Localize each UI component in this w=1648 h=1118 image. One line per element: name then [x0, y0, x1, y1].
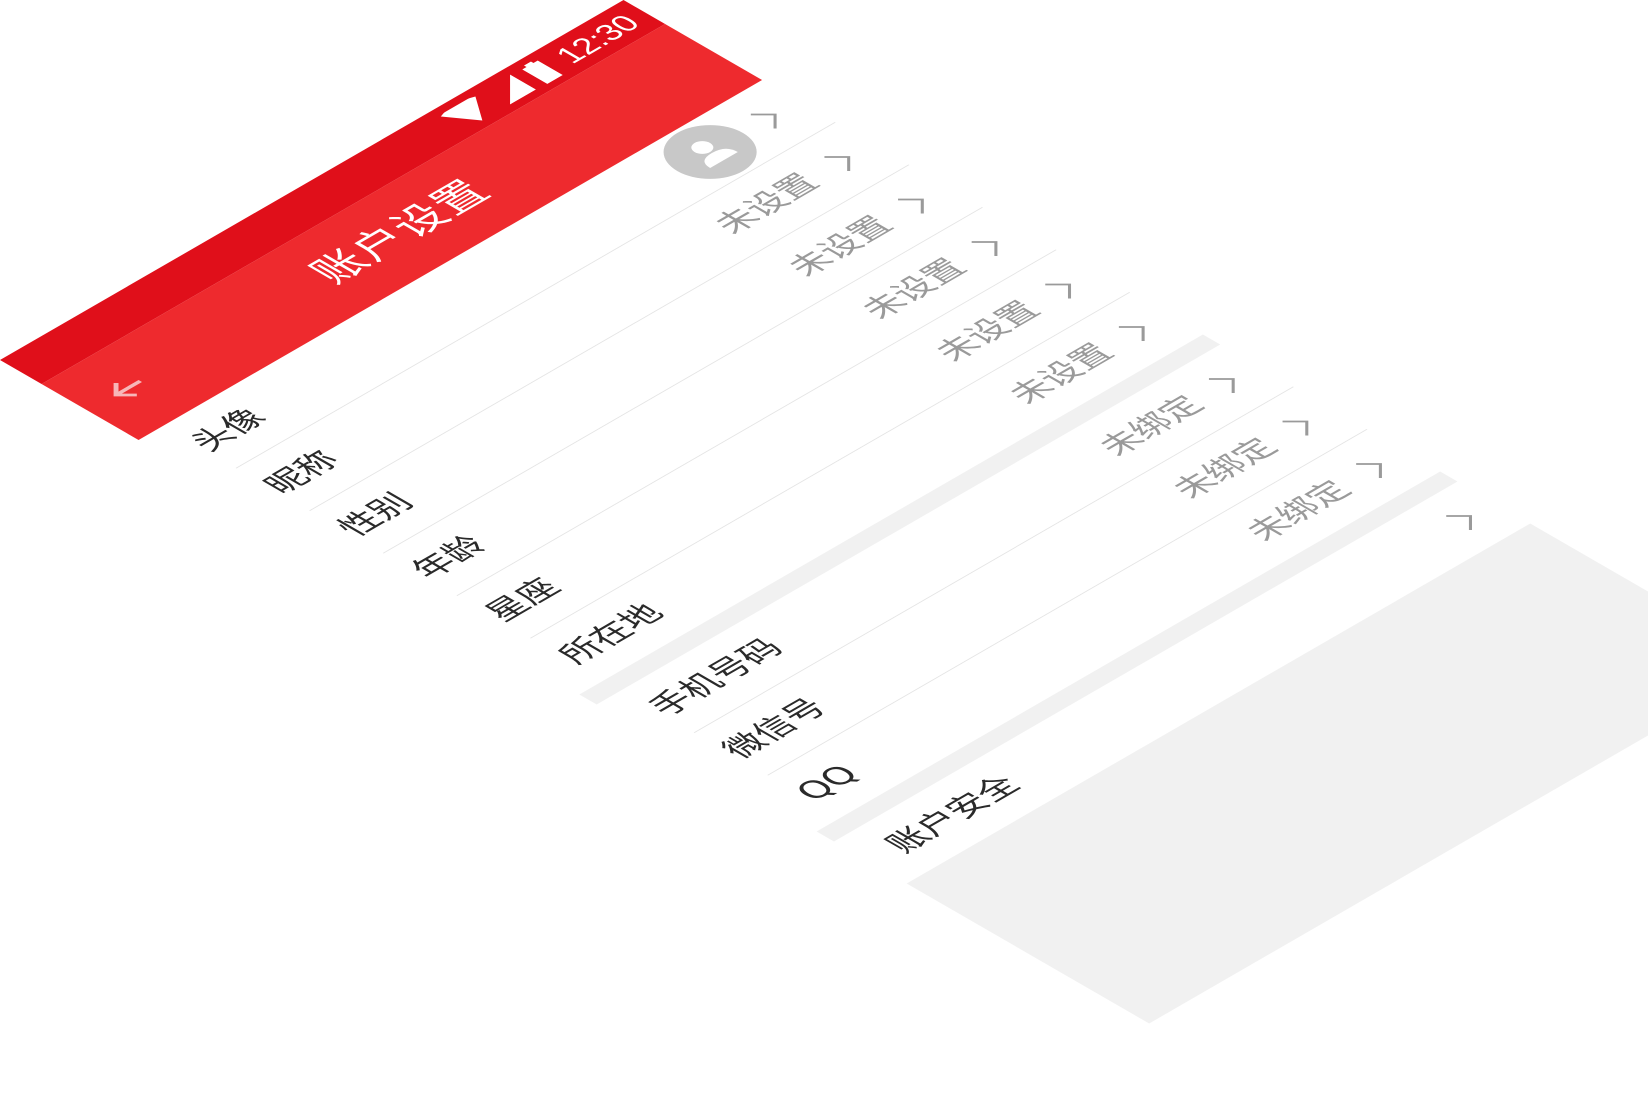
- cellular-signal-icon: [484, 74, 536, 105]
- chevron-right-icon: [1419, 494, 1509, 546]
- battery-icon: [520, 59, 563, 85]
- default-user-icon: [670, 129, 750, 175]
- app-screen: 12:30 账户设置 头像 昵称 未设置 性别 未设置 年龄 未设置 星座 未设…: [0, 0, 1648, 1118]
- phone-screen: 12:30 账户设置 头像 昵称 未设置 性别 未设置 年龄 未设置 星座 未设…: [0, 0, 1648, 1024]
